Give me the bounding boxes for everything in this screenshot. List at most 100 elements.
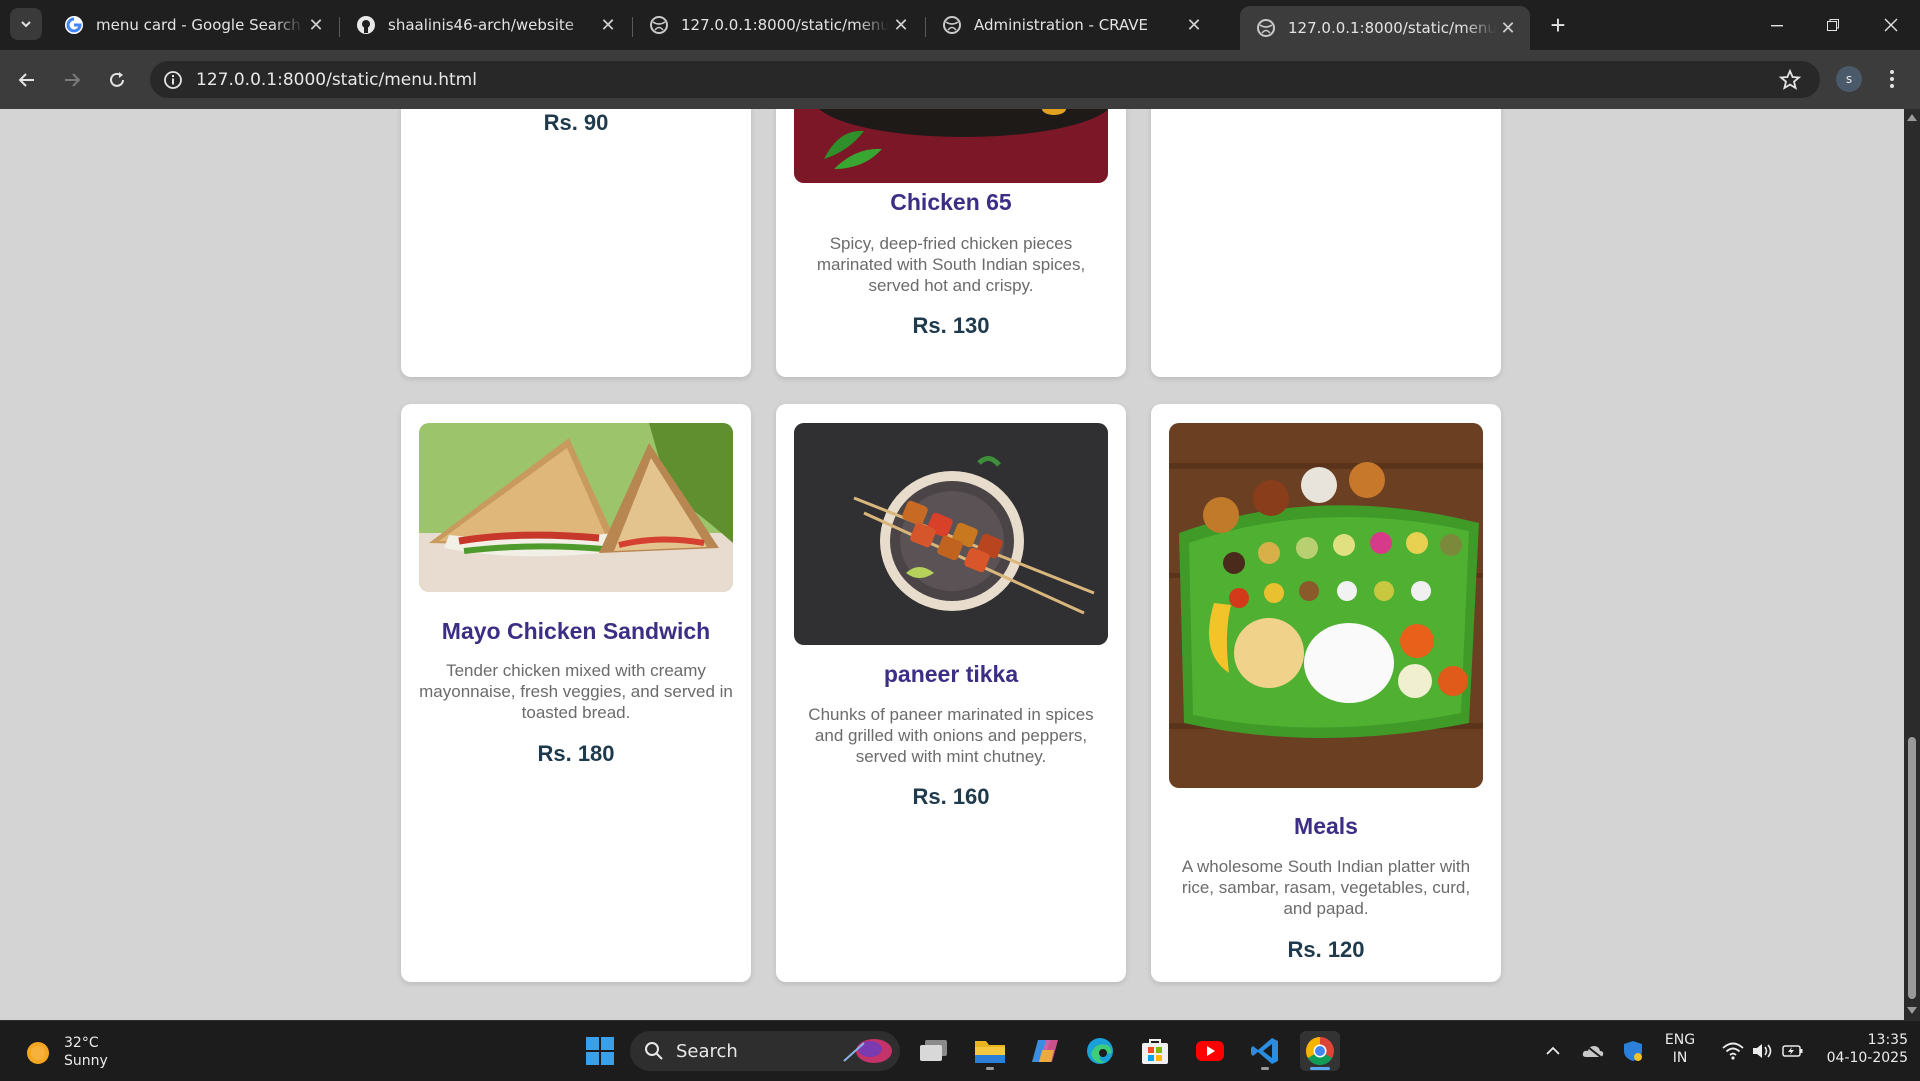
menu-item-description: A wholesome South Indian platter with ri… bbox=[1181, 857, 1471, 918]
arrow-left-icon bbox=[18, 73, 34, 87]
task-view-icon bbox=[920, 1040, 947, 1061]
restore-icon bbox=[1827, 19, 1839, 31]
quick-settings-button[interactable] bbox=[1708, 1031, 1818, 1071]
scroll-down-arrow-icon[interactable] bbox=[1907, 1007, 1917, 1014]
edge-button[interactable] bbox=[1080, 1031, 1120, 1071]
close-tab-icon[interactable]: ✕ bbox=[1496, 16, 1520, 40]
clock[interactable]: 13:35 04-10-2025 bbox=[1812, 1031, 1908, 1067]
close-icon bbox=[1884, 18, 1898, 32]
close-window-button[interactable] bbox=[1866, 0, 1916, 50]
tab-title: 127.0.0.1:8000/static/menu.html bbox=[681, 16, 889, 34]
close-tab-icon[interactable]: ✕ bbox=[889, 13, 913, 37]
show-hidden-icons-button[interactable] bbox=[1533, 1031, 1573, 1071]
paneer-tikka-image bbox=[794, 423, 1108, 645]
menu-item-price: Rs. 160 bbox=[912, 784, 990, 809]
profile-avatar[interactable]: s bbox=[1836, 66, 1862, 92]
chevron-up-icon bbox=[1546, 1046, 1560, 1055]
search-highlight-icon bbox=[843, 1039, 892, 1063]
menu-card bbox=[1151, 109, 1501, 377]
wifi-icon bbox=[1722, 1042, 1744, 1060]
start-button[interactable] bbox=[580, 1031, 620, 1071]
security-tray-icon[interactable] bbox=[1613, 1031, 1653, 1071]
vscode-icon bbox=[1251, 1038, 1278, 1064]
meals-image bbox=[1169, 423, 1483, 788]
tab-title: Administration - CRAVE bbox=[974, 16, 1149, 34]
bookmark-star-icon[interactable] bbox=[1778, 68, 1802, 92]
menu-item-name: paneer tikka bbox=[883, 661, 1019, 687]
language-indicator[interactable]: ENG IN bbox=[1652, 1031, 1708, 1067]
tab-title: menu card - Google Search bbox=[96, 16, 301, 34]
tab-menu-html[interactable]: 127.0.0.1:8000/static/menu.html ✕ bbox=[633, 6, 923, 44]
mayo-chicken-sandwich-image bbox=[419, 423, 733, 592]
browser-toolbar: 127.0.0.1:8000/static/menu.html s bbox=[0, 50, 1920, 109]
browser-menu-button[interactable] bbox=[1882, 64, 1902, 94]
globe-icon bbox=[943, 16, 961, 34]
chrome-button[interactable] bbox=[1300, 1031, 1340, 1071]
language-code: ENG bbox=[1664, 1032, 1696, 1048]
menu-card: Rs. 90 bbox=[401, 109, 751, 377]
menu-item-name: Meals bbox=[1294, 813, 1358, 839]
taskbar-search-label: Search bbox=[676, 1041, 738, 1062]
menu-card: Meals A wholesome South Indian platter w… bbox=[1151, 404, 1501, 982]
menu-item-description: Chunks of paneer marinated in spices and… bbox=[808, 705, 1094, 766]
globe-icon bbox=[650, 16, 668, 34]
scroll-up-arrow-icon[interactable] bbox=[1907, 114, 1917, 121]
back-button[interactable] bbox=[10, 63, 44, 97]
menu-item-price: Rs. 90 bbox=[543, 110, 609, 135]
copilot-button[interactable] bbox=[1025, 1031, 1065, 1071]
onedrive-tray-icon[interactable] bbox=[1573, 1031, 1613, 1071]
close-tab-icon[interactable]: ✕ bbox=[596, 13, 620, 37]
region-code: IN bbox=[1672, 1050, 1688, 1066]
restore-button[interactable] bbox=[1808, 0, 1858, 50]
battery-charging-icon bbox=[1782, 1045, 1803, 1057]
chevron-down-icon bbox=[21, 21, 31, 28]
chrome-icon bbox=[1306, 1037, 1334, 1065]
close-tab-icon[interactable]: ✕ bbox=[304, 13, 328, 37]
vscode-button[interactable] bbox=[1245, 1031, 1285, 1071]
cloud-off-icon bbox=[1582, 1043, 1604, 1059]
globe-icon bbox=[1257, 19, 1275, 37]
windows-icon bbox=[586, 1037, 614, 1065]
store-icon bbox=[1142, 1039, 1168, 1064]
page-scrollbar[interactable] bbox=[1904, 109, 1920, 1020]
tab-menu-html-active[interactable]: 127.0.0.1:8000/static/menu.html ✕ bbox=[1240, 6, 1530, 50]
google-icon bbox=[65, 16, 83, 34]
chicken-65-image bbox=[794, 109, 1108, 183]
menu-item-name: Chicken 65 bbox=[890, 189, 1012, 215]
scrollbar-thumb[interactable] bbox=[1908, 737, 1916, 999]
edge-icon bbox=[1087, 1038, 1113, 1064]
clock-date: 04-10-2025 bbox=[1826, 1050, 1908, 1066]
reload-button[interactable] bbox=[100, 63, 134, 97]
folder-icon bbox=[975, 1041, 1005, 1063]
tab-search-button[interactable] bbox=[10, 8, 42, 40]
forward-button[interactable] bbox=[55, 63, 89, 97]
reload-icon bbox=[110, 72, 124, 87]
minimize-button[interactable] bbox=[1752, 0, 1802, 50]
menu-item-name: Mayo Chicken Sandwich bbox=[441, 618, 711, 644]
menu-card: Mayo Chicken Sandwich Tender chicken mix… bbox=[401, 404, 751, 982]
weather-description: Sunny bbox=[64, 1053, 108, 1069]
copilot-icon bbox=[1032, 1040, 1058, 1062]
address-bar[interactable]: 127.0.0.1:8000/static/menu.html bbox=[150, 61, 1820, 98]
site-info-icon[interactable] bbox=[162, 69, 184, 91]
windows-taskbar: 32°C Sunny Search ENG IN 13:35 04-10-202… bbox=[0, 1020, 1920, 1081]
close-tab-icon[interactable]: ✕ bbox=[1182, 13, 1206, 37]
tab-title: shaalinis46-arch/website bbox=[388, 16, 574, 34]
menu-item-price: Rs. 120 bbox=[1287, 937, 1365, 962]
weather-widget[interactable]: 32°C Sunny bbox=[18, 1033, 138, 1073]
new-tab-button[interactable]: + bbox=[1543, 10, 1573, 40]
tab-administration[interactable]: Administration - CRAVE ✕ bbox=[926, 6, 1216, 44]
tab-github[interactable]: shaalinis46-arch/website ✕ bbox=[340, 6, 630, 44]
youtube-icon bbox=[1196, 1041, 1224, 1061]
taskbar-search-box[interactable]: Search bbox=[630, 1031, 900, 1071]
menu-item-price: Rs. 130 bbox=[912, 313, 990, 338]
microsoft-store-button[interactable] bbox=[1135, 1031, 1175, 1071]
file-explorer-button[interactable] bbox=[970, 1031, 1010, 1071]
youtube-button[interactable] bbox=[1190, 1031, 1230, 1071]
task-view-button[interactable] bbox=[914, 1031, 954, 1071]
tab-google-search[interactable]: menu card - Google Search ✕ bbox=[48, 6, 338, 44]
tab-strip: menu card - Google Search ✕ shaalinis46-… bbox=[0, 0, 1920, 50]
menu-item-price: Rs. 180 bbox=[537, 741, 615, 766]
sun-icon bbox=[27, 1042, 49, 1064]
page-viewport: Rs. 90 Chicken 65 Spicy, deep-fried chic… bbox=[0, 109, 1904, 1020]
